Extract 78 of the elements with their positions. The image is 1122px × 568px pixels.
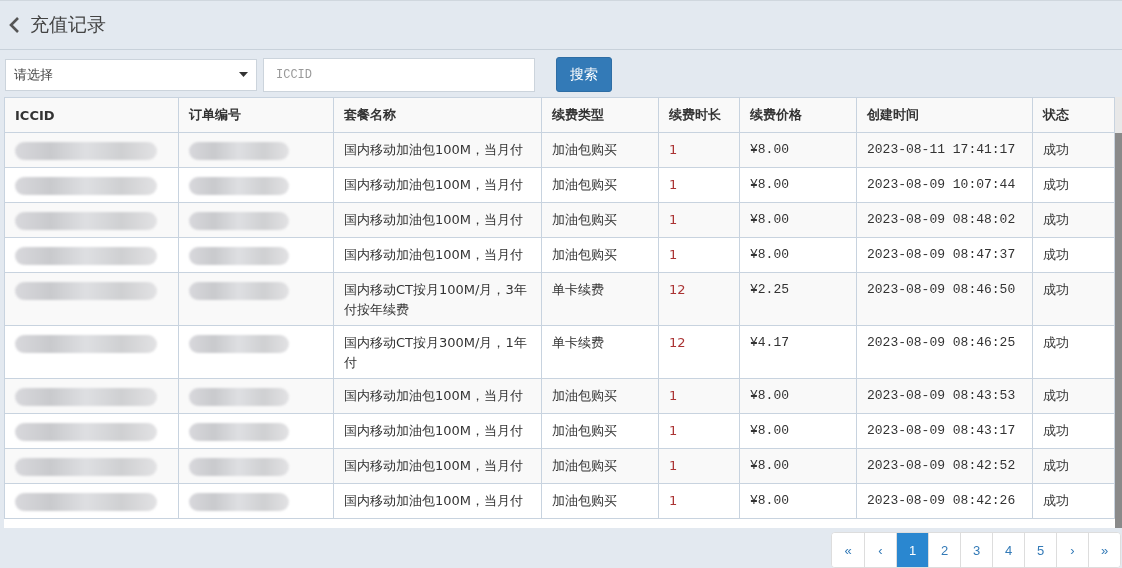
table-cell: 成功: [1032, 448, 1115, 484]
table-cell: 1: [658, 483, 740, 519]
table-cell: 1: [658, 413, 740, 449]
table-cell: ¥8.00: [739, 202, 857, 238]
table-cell: 2023-08-09 08:42:52: [856, 448, 1033, 484]
table-cell: 12: [658, 325, 740, 379]
table-cell: 国内移动加油包100M，当月付: [333, 167, 542, 203]
table-cell: 加油包购买: [541, 132, 659, 168]
table-cell: 2023-08-09 10:07:44: [856, 167, 1033, 203]
table-cell: 加油包购买: [541, 413, 659, 449]
column-header: 续费类型: [541, 97, 659, 133]
table-cell: ¥8.00: [739, 483, 857, 519]
table-cell: 2023-08-11 17:41:17: [856, 132, 1033, 168]
table-cell: 2023-08-09 08:47:37: [856, 237, 1033, 273]
table-cell: ¥8.00: [739, 448, 857, 484]
table-cell: 成功: [1032, 413, 1115, 449]
table-cell: 国内移动加油包100M，当月付: [333, 378, 542, 414]
select-dropdown[interactable]: 请选择: [5, 58, 257, 91]
column-header: ICCID: [4, 97, 179, 133]
table-cell: 1: [658, 202, 740, 238]
page-title: 充值记录: [30, 12, 106, 37]
back-icon[interactable]: [8, 16, 20, 34]
table-cell: 国内移动加油包100M，当月付: [333, 202, 542, 238]
table-cell: ¥8.00: [739, 237, 857, 273]
column-header: 订单编号: [178, 97, 334, 133]
table-cell: 加油包购买: [541, 378, 659, 414]
table-cell: 2023-08-09 08:46:25: [856, 325, 1033, 379]
column-header: 状态: [1032, 97, 1115, 133]
table-cell: 加油包购买: [541, 237, 659, 273]
table-cell: 2023-08-09 08:46:50: [856, 272, 1033, 326]
table-cell: 2023-08-09 08:48:02: [856, 202, 1033, 238]
table-cell: 国内移动加油包100M，当月付: [333, 448, 542, 484]
table-cell: 单卡续费: [541, 272, 659, 326]
table-cell: 加油包购买: [541, 202, 659, 238]
table-cell: 单卡续费: [541, 325, 659, 379]
search-button[interactable]: 搜索: [556, 57, 612, 92]
table-cell: 国内移动CT按月100M/月，3年付按年续费: [333, 272, 542, 326]
table-cell: 12: [658, 272, 740, 326]
table-cell: 加油包购买: [541, 167, 659, 203]
table-cell: 成功: [1032, 272, 1115, 326]
table-cell: ¥8.00: [739, 167, 857, 203]
table-cell: ¥8.00: [739, 413, 857, 449]
table-cell: ¥8.00: [739, 132, 857, 168]
table-cell: 2023-08-09 08:43:53: [856, 378, 1033, 414]
table-cell: 成功: [1032, 237, 1115, 273]
column-header: 续费价格: [739, 97, 857, 133]
table-cell: 成功: [1032, 167, 1115, 203]
table-cell: 成功: [1032, 132, 1115, 168]
table-cell: 1: [658, 378, 740, 414]
caret-icon: [239, 72, 248, 77]
table-cell: 1: [658, 237, 740, 273]
table-cell: 成功: [1032, 325, 1115, 379]
table-cell: 1: [658, 167, 740, 203]
table-cell: 国内移动加油包100M，当月付: [333, 132, 542, 168]
table-cell: ¥2.25: [739, 272, 857, 326]
column-header: 续费时长: [658, 97, 740, 133]
table-cell: 2023-08-09 08:43:17: [856, 413, 1033, 449]
page-button[interactable]: »: [1088, 533, 1120, 567]
scrollbar[interactable]: [1115, 97, 1122, 528]
table-cell: 成功: [1032, 378, 1115, 414]
column-header: 套餐名称: [333, 97, 542, 133]
select-placeholder: 请选择: [14, 65, 53, 84]
table-cell: 加油包购买: [541, 448, 659, 484]
table-cell: 加油包购买: [541, 483, 659, 519]
table-cell: ¥4.17: [739, 325, 857, 379]
table-cell: 国内移动加油包100M，当月付: [333, 237, 542, 273]
column-header: 创建时间: [856, 97, 1033, 133]
table-cell: 1: [658, 132, 740, 168]
table-cell: 国内移动加油包100M，当月付: [333, 483, 542, 519]
table-cell: 国内移动加油包100M，当月付: [333, 413, 542, 449]
page-button[interactable]: 1: [896, 533, 928, 567]
table-cell: 国内移动CT按月300M/月，1年付: [333, 325, 542, 379]
iccid-field[interactable]: ICCID: [263, 57, 535, 92]
table-cell: 成功: [1032, 202, 1115, 238]
table-cell: 1: [658, 448, 740, 484]
table-cell: ¥8.00: [739, 378, 857, 414]
table-cell: 2023-08-09 08:42:26: [856, 483, 1033, 519]
table-cell: 成功: [1032, 483, 1115, 519]
